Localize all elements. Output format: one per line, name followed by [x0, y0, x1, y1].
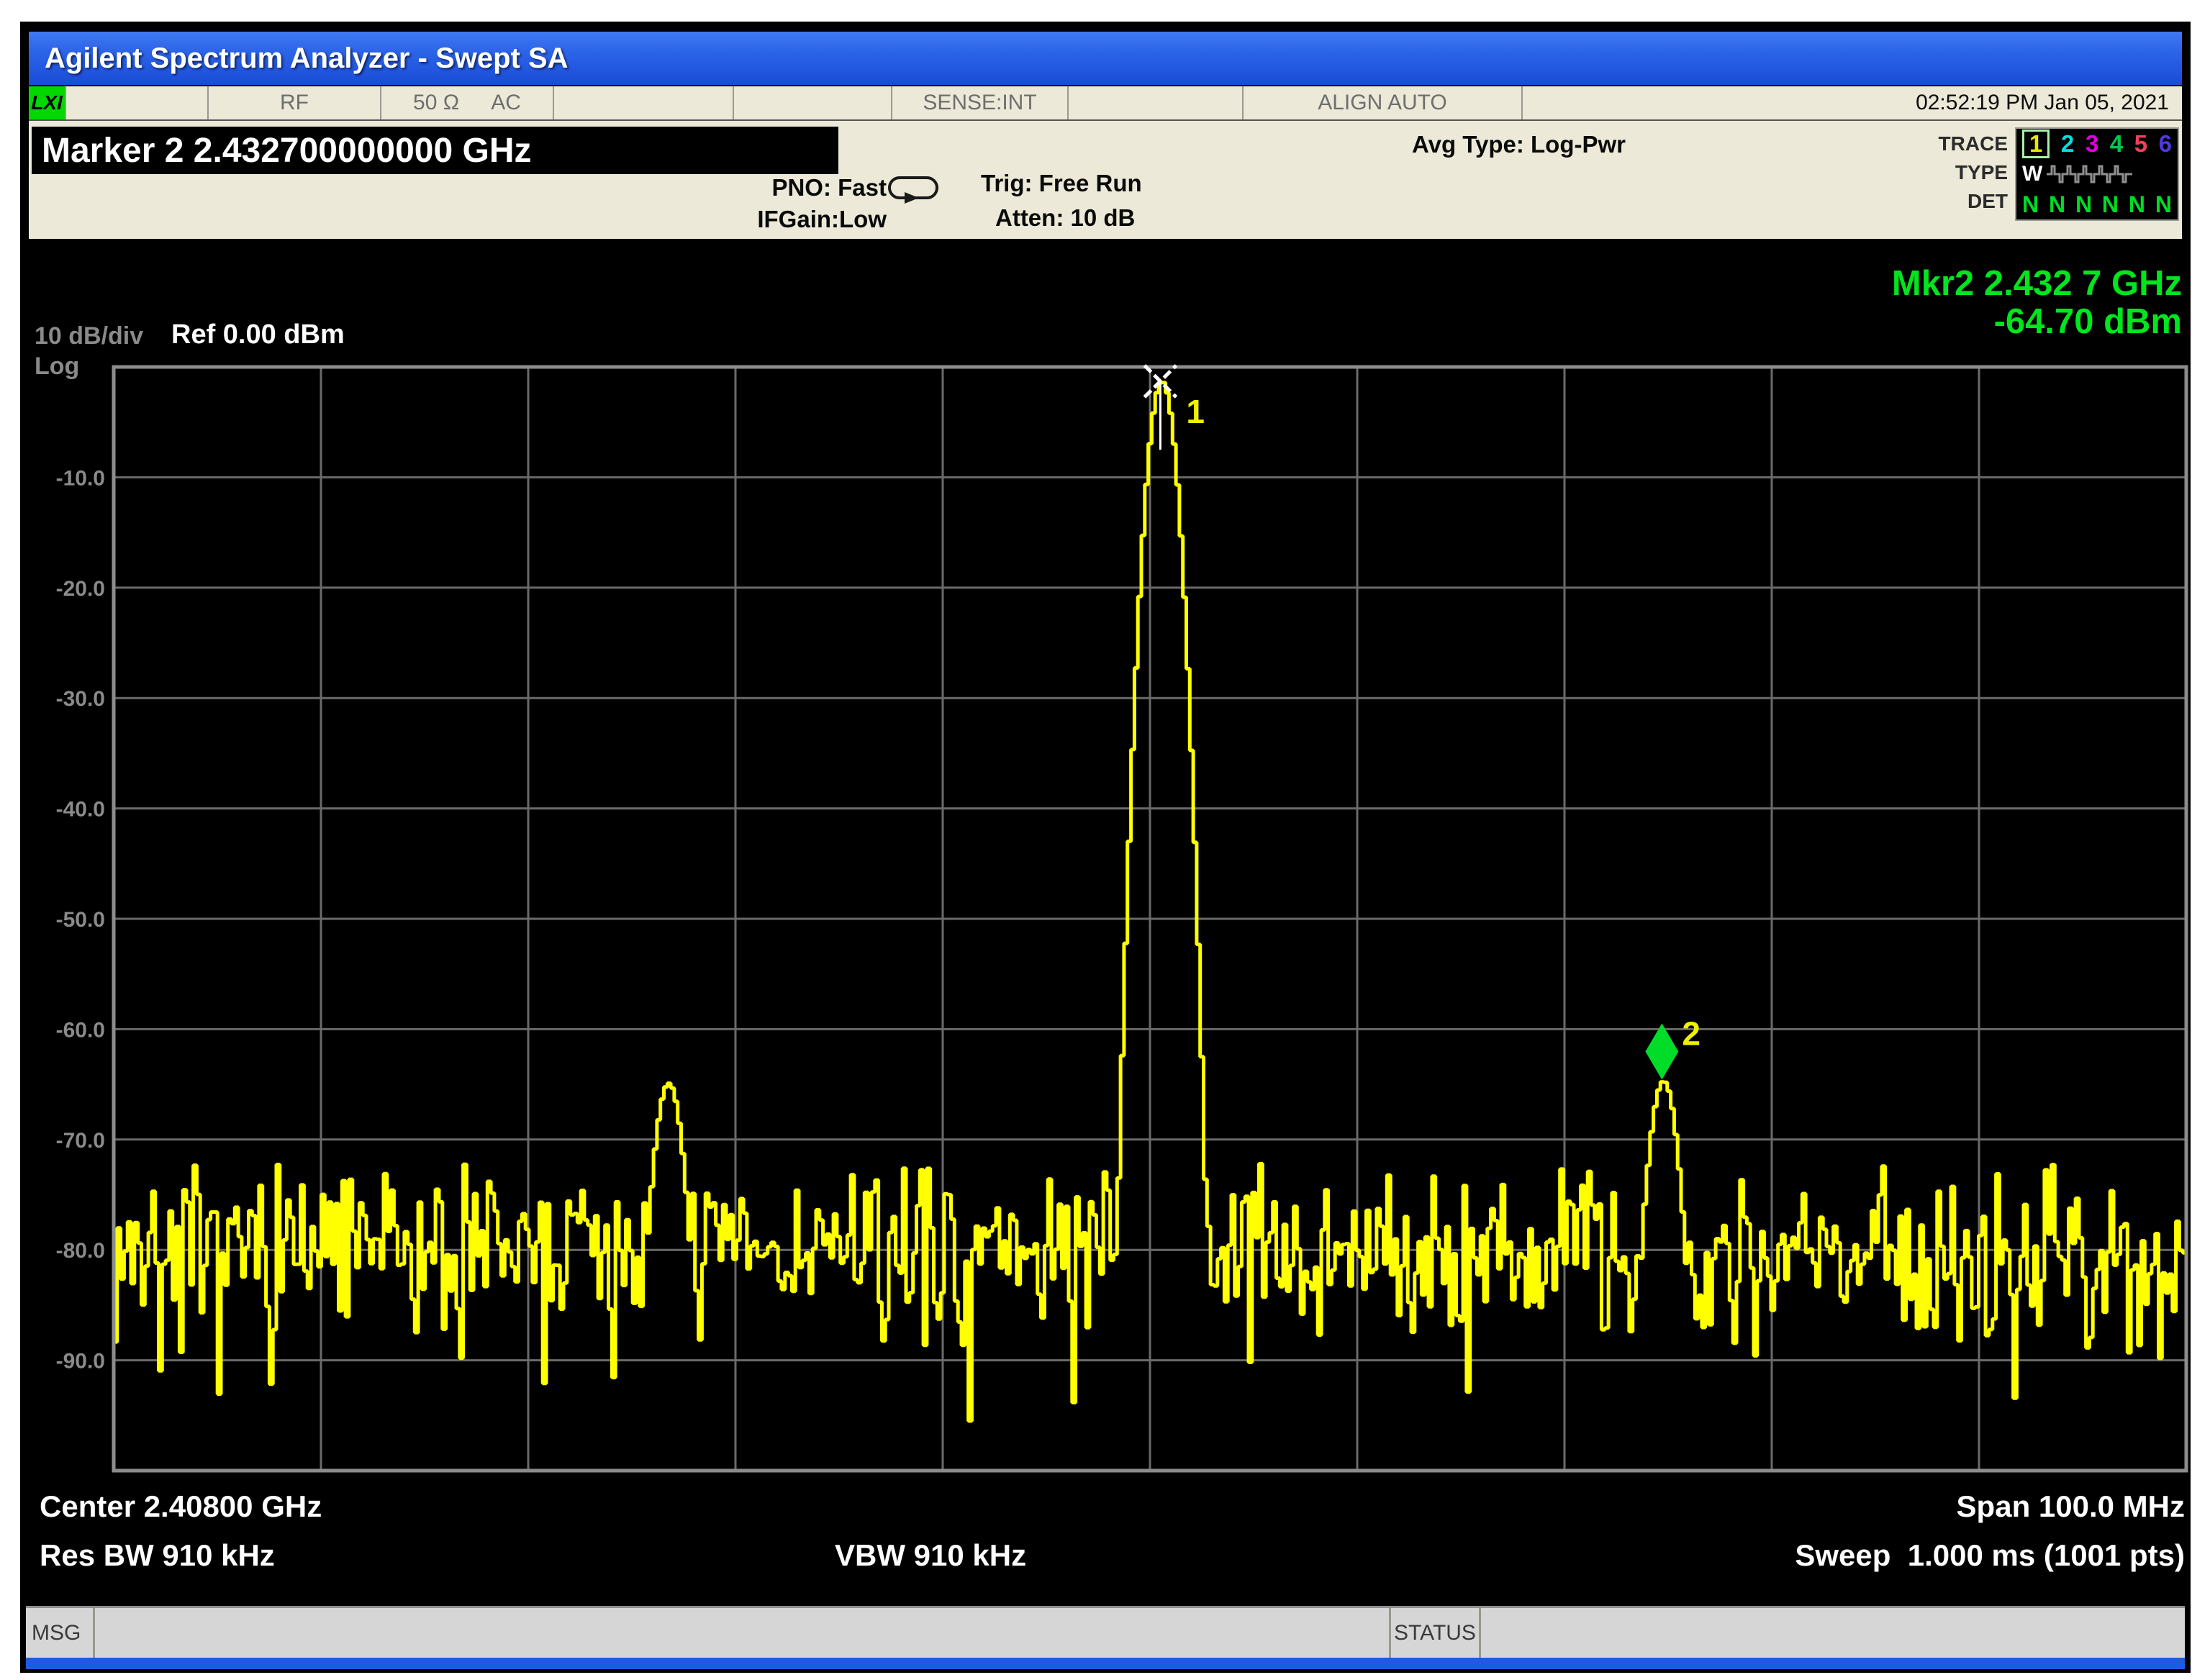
marker-2-diamond[interactable] [1645, 1023, 1679, 1080]
trace-1-indicator[interactable]: 1 [2022, 130, 2050, 158]
datetime-display: 02:52:19 PM Jan 05, 2021 [1916, 91, 2169, 114]
active-function-marker-entry[interactable]: Marker 2 2.432700000000 GHz [32, 127, 838, 174]
trace-3-indicator[interactable]: 3 [2086, 132, 2098, 156]
marker-readout-freq: Mkr2 2.432 7 GHz [1891, 264, 2182, 303]
vbw-annotation[interactable]: VBW 910 kHz [835, 1538, 1026, 1573]
y-tick-label: -40.0 [56, 798, 105, 822]
status-bar: LXI RF 50 Ω AC SENSE:INT ALIGN AUTO 02:5… [29, 86, 2182, 121]
marker-2-label: 2 [1682, 1014, 1700, 1052]
attenuation-annotation[interactable]: Atten: 10 dB [995, 204, 1135, 232]
lxi-indicator: LXI [29, 86, 66, 119]
y-tick-label: -80.0 [56, 1239, 105, 1263]
trace-5-indicator[interactable]: 5 [2134, 132, 2147, 156]
marker-readout-ampl: -64.70 dBm [1993, 302, 2182, 341]
log-scale-label[interactable]: Log [35, 353, 79, 381]
ref-level-label[interactable]: Ref 0.00 dBm [171, 319, 345, 350]
rbw-annotation[interactable]: Res BW 910 kHz [40, 1538, 275, 1573]
type-row-label: TYPE [1955, 161, 2008, 183]
y-tick-label: -50.0 [56, 908, 105, 932]
ifgain-annotation[interactable]: IFGain:Low [648, 206, 887, 233]
coupling-indicator: AC [491, 91, 521, 114]
trace-type-active: W [2022, 162, 2043, 186]
status-blank-4 [1069, 86, 1244, 119]
window-title: Agilent Spectrum Analyzer - Swept SA [45, 42, 569, 74]
detector-3-indicator: N [2075, 191, 2093, 217]
message-bar: MSG STATUS [26, 1606, 2185, 1658]
detector-6-indicator: N [2155, 191, 2172, 217]
status-cell[interactable]: STATUS [1389, 1608, 1481, 1658]
trace-numbers-row: 123456 [2016, 129, 2178, 159]
status-blank-2 [554, 86, 734, 119]
spectrum-plot: -10.0 -20.0 -30.0 -40.0 -50.0 -60.0 -70.0 -80.0… [56, 364, 2188, 1473]
scale-per-div-label[interactable]: 10 dB/div [35, 322, 143, 350]
trace-2-indicator[interactable]: 2 [2061, 132, 2074, 156]
status-blank-1 [66, 86, 209, 119]
trace-type-waveform-icon [2047, 165, 2133, 183]
trace-6-indicator[interactable]: 6 [2159, 132, 2172, 156]
sweep-annotation[interactable]: Sweep 1.000 ms (1001 pts) [1795, 1538, 2185, 1573]
span-annotation[interactable]: Span 100.0 MHz [1957, 1489, 2185, 1524]
detector-2-indicator: N [2048, 191, 2066, 217]
y-tick-label: -70.0 [56, 1129, 105, 1153]
marker-readout: Mkr2 2.432 7 GHz -64.70 dBm [1892, 265, 2182, 341]
avg-type-annotation[interactable]: Avg Type: Log-Pwr [1412, 131, 1626, 158]
det-row-label: DET [1967, 190, 2008, 212]
trigger-annotation[interactable]: Trig: Free Run [981, 170, 1142, 197]
pno-annotation[interactable]: PNO: Fast [676, 174, 887, 201]
marker-entry-text: Marker 2 2.432700000000 GHz [42, 131, 532, 170]
trace-type-row: W [2016, 159, 2178, 189]
y-tick-label: -90.0 [56, 1350, 105, 1373]
status-blank-3 [734, 86, 892, 119]
sense-indicator: SENSE:INT [892, 86, 1069, 119]
y-tick-label: -20.0 [56, 577, 105, 601]
continuous-sweep-icon[interactable] [887, 175, 941, 209]
center-freq-annotation[interactable]: Center 2.40800 GHz [40, 1489, 322, 1524]
instrument-frame: Agilent Spectrum Analyzer - Swept SA LXI… [20, 22, 2191, 1673]
impedance-indicator: 50 Ω [413, 91, 460, 114]
detector-5-indicator: N [2128, 191, 2145, 217]
footer-accent-stripe [26, 1658, 2185, 1669]
trace-detector-row: NNNNNN [2016, 189, 2178, 219]
input-coupling-cell: 50 Ω AC [381, 86, 554, 119]
settings-band: Marker 2 2.432700000000 GHz PNO: Fast IF… [29, 121, 2182, 239]
msg-cell[interactable]: MSG [26, 1608, 95, 1658]
trace-row-label: TRACE [1938, 132, 2008, 155]
trace-4-indicator[interactable]: 4 [2110, 132, 2123, 156]
spectrum-display: Mkr2 2.432 7 GHz -64.70 dBm 10 dB/div Lo… [20, 239, 2191, 1606]
y-tick-label: -10.0 [56, 466, 105, 490]
y-tick-label: -60.0 [56, 1018, 105, 1042]
marker-1-label: 1 [1186, 393, 1205, 430]
rf-input-indicator: RF [209, 86, 381, 119]
y-tick-label: -30.0 [56, 687, 105, 711]
detector-1-indicator: N [2022, 191, 2039, 217]
detector-4-indicator: N [2101, 191, 2119, 217]
title-bar: Agilent Spectrum Analyzer - Swept SA [29, 32, 2182, 85]
trace-status-panel[interactable]: 123456 W NNNNNN [2015, 127, 2179, 221]
align-indicator: ALIGN AUTO [1244, 86, 1523, 119]
